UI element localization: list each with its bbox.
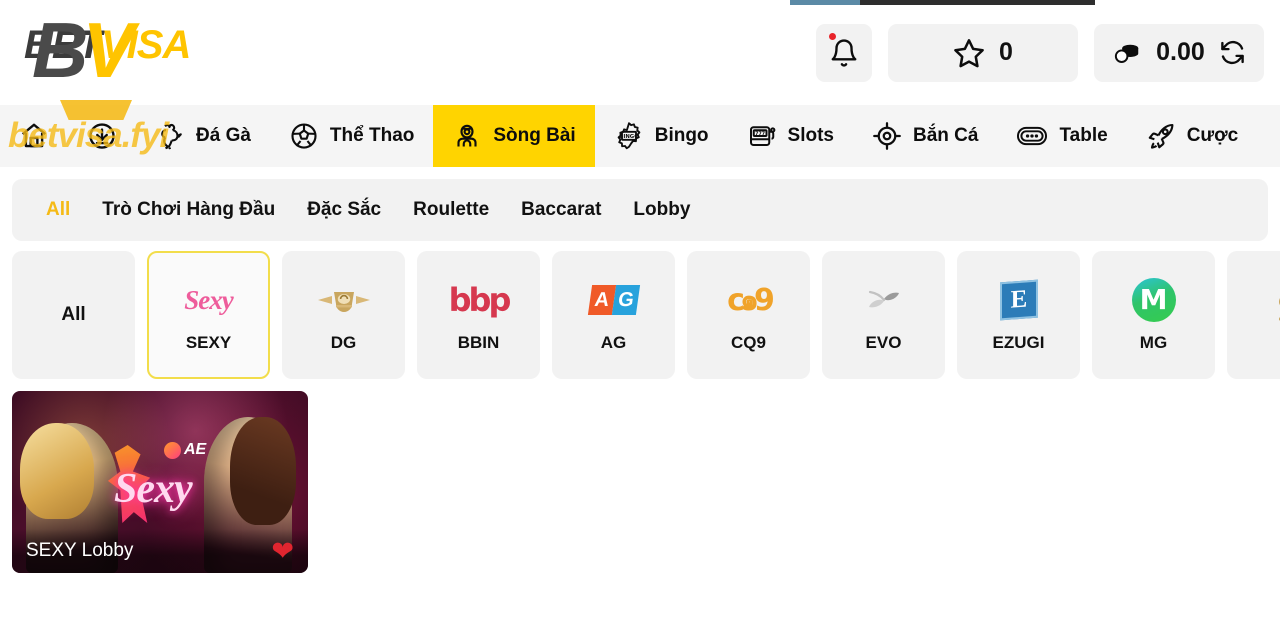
- casino-dealer-icon: [452, 121, 482, 151]
- ezugi-logo-icon: E: [976, 277, 1062, 323]
- svg-text:777: 777: [755, 131, 765, 137]
- provider-card-sexy[interactable]: Sexy SEXY: [147, 251, 270, 379]
- nav-item-song-bai[interactable]: Sòng Bài: [433, 105, 594, 167]
- subnav-item-roulette[interactable]: Roulette: [397, 199, 505, 221]
- target-icon: [872, 121, 902, 151]
- subnav-item-featured[interactable]: Đặc Sắc: [291, 199, 397, 221]
- game-grid: AE Sexy SEXY Lobby ❤: [0, 379, 1280, 573]
- provider-label: EZUGI: [993, 333, 1045, 353]
- nav-item-label: Cược: [1187, 125, 1239, 147]
- star-icon: [953, 37, 985, 69]
- nav-item-ban-ca[interactable]: Bắn Cá: [853, 105, 997, 167]
- bell-icon: [829, 37, 859, 69]
- sa-logo-icon: [1246, 287, 1280, 333]
- nav-item-download[interactable]: [68, 105, 136, 167]
- provider-label: DG: [331, 333, 357, 353]
- provider-label: All: [61, 304, 85, 326]
- subnav-item-baccarat[interactable]: Baccarat: [505, 199, 617, 221]
- provider-filter-list: All Sexy SEXY DG bbp BBIN AG A: [0, 241, 1280, 379]
- game-art-wordmark: Sexy: [114, 465, 192, 513]
- table-game-icon: [1016, 121, 1048, 151]
- favorite-heart-icon[interactable]: ❤: [271, 538, 294, 565]
- nav-item-label: Slots: [788, 125, 834, 147]
- home-icon: [19, 121, 49, 151]
- subnav-item-top-games[interactable]: Trò Chơi Hàng Đầu: [86, 199, 291, 221]
- ag-logo-icon: AG: [571, 277, 657, 323]
- provider-label: MG: [1140, 333, 1167, 353]
- svg-text:BINGO: BINGO: [619, 134, 639, 140]
- rooster-icon: [155, 121, 185, 151]
- download-circle-icon: [87, 121, 117, 151]
- provider-label: SEXY: [186, 333, 231, 353]
- notification-badge-dot: [829, 33, 836, 40]
- bingo-icon: BINGO: [614, 121, 644, 151]
- provider-card-ezugi[interactable]: E EZUGI: [957, 251, 1080, 379]
- nav-item-label: Đá Gà: [196, 125, 251, 147]
- provider-card-sa[interactable]: [1227, 251, 1280, 379]
- provider-card-all[interactable]: All: [12, 251, 135, 379]
- game-art-logo: AE Sexy: [108, 435, 226, 525]
- site-logo[interactable]: BETVISA BV: [14, 3, 214, 103]
- cq9-logo-icon: c๑9: [706, 277, 792, 323]
- nav-item-slots[interactable]: 777 Slots: [728, 105, 853, 167]
- coins-icon: [1112, 40, 1142, 66]
- provider-card-ag[interactable]: AG AG: [552, 251, 675, 379]
- provider-label: CQ9: [731, 333, 766, 353]
- nav-item-label: Bingo: [655, 125, 709, 147]
- ae-badge-label: AE: [184, 441, 206, 459]
- game-card-caption: SEXY Lobby ❤: [12, 529, 308, 573]
- subnav-item-all[interactable]: All: [30, 199, 86, 221]
- slot-machine-icon: 777: [747, 121, 777, 151]
- rocket-icon: [1146, 121, 1176, 151]
- dg-logo-icon: [301, 277, 387, 323]
- provider-card-evo[interactable]: EVO: [822, 251, 945, 379]
- provider-card-mg[interactable]: M MG: [1092, 251, 1215, 379]
- nav-item-label: Table: [1059, 125, 1107, 147]
- sexy-logo-icon: Sexy: [166, 277, 252, 323]
- balance-amount: 0.00: [1156, 38, 1205, 67]
- favorites-count: 0: [999, 38, 1013, 67]
- nav-item-label: Thể Thao: [330, 125, 414, 147]
- refresh-icon[interactable]: [1219, 39, 1246, 66]
- mg-logo-icon: M: [1111, 277, 1197, 323]
- nav-item-the-thao[interactable]: Thể Thao: [270, 105, 433, 167]
- main-navigation: Đá Gà Thể Thao Sòng Bài BINGO Bingo: [0, 105, 1280, 167]
- logo-monogram: BV: [32, 11, 128, 89]
- provider-label: BBIN: [458, 333, 500, 353]
- logo-monogram-v: V: [82, 6, 128, 94]
- nav-item-cuoc[interactable]: Cược: [1127, 105, 1258, 167]
- nav-item-home[interactable]: [0, 105, 68, 167]
- nav-item-bingo[interactable]: BINGO Bingo: [595, 105, 728, 167]
- provider-card-bbin[interactable]: bbp BBIN: [417, 251, 540, 379]
- evo-logo-icon: [841, 277, 927, 323]
- provider-card-cq9[interactable]: c๑9 CQ9: [687, 251, 810, 379]
- category-filter-bar: All Trò Chơi Hàng Đầu Đặc Sắc Roulette B…: [12, 179, 1268, 241]
- loading-strip-accent: [790, 0, 860, 5]
- nav-item-label: Sòng Bài: [493, 125, 575, 147]
- nav-item-da-ga[interactable]: Đá Gà: [136, 105, 270, 167]
- bbin-logo-icon: bbp: [436, 277, 522, 323]
- logo-monogram-b: B: [32, 6, 82, 94]
- favorites-button[interactable]: 0: [888, 24, 1078, 82]
- provider-label: EVO: [866, 333, 902, 353]
- page-loading-strip: [790, 0, 1095, 5]
- nav-item-table[interactable]: Table: [997, 105, 1126, 167]
- category-filter-bar-wrapper: All Trò Chơi Hàng Đầu Đặc Sắc Roulette B…: [0, 167, 1280, 241]
- game-title: SEXY Lobby: [26, 540, 133, 562]
- notifications-button[interactable]: [816, 24, 872, 82]
- subnav-item-lobby[interactable]: Lobby: [617, 199, 706, 221]
- ae-swirl-icon: [164, 442, 181, 459]
- soccer-ball-icon: [289, 121, 319, 151]
- provider-label: AG: [601, 333, 627, 353]
- nav-item-label: Bắn Cá: [913, 125, 978, 147]
- game-art-ae-badge: AE: [164, 441, 206, 459]
- site-header: BETVISA BV 0 0.00: [0, 0, 1280, 105]
- balance-button[interactable]: 0.00: [1094, 24, 1264, 82]
- game-card-sexy-lobby[interactable]: AE Sexy SEXY Lobby ❤: [12, 391, 308, 573]
- provider-card-dg[interactable]: DG: [282, 251, 405, 379]
